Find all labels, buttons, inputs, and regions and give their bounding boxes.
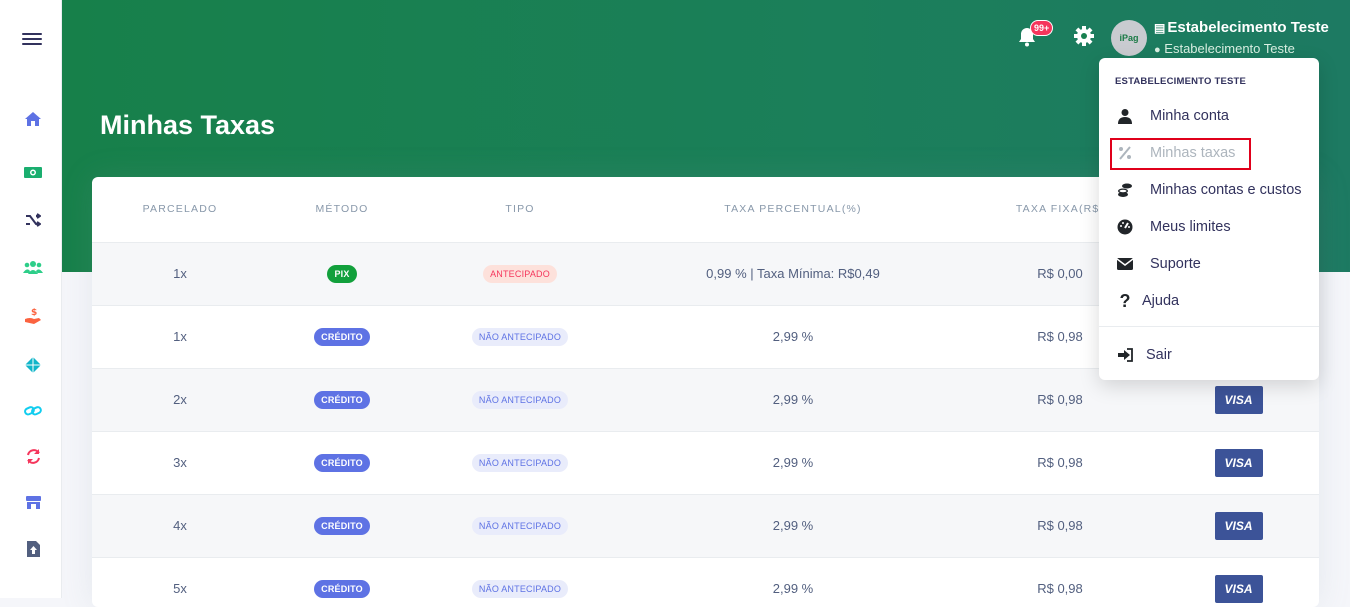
method-badge: CRÉDITO [314, 516, 370, 535]
type-badge: NÃO ANTECIPADO [471, 453, 569, 472]
cell-percentual: 0,99 % | Taxa Mínima: R$0,49 [624, 242, 962, 306]
cell-percentual: 2,99 % [624, 431, 962, 495]
cell-percentual: 2,99 % [624, 368, 962, 432]
cell-parcelado: 1x [92, 305, 268, 369]
users-icon[interactable] [22, 256, 44, 278]
visa-logo: VISA [1214, 511, 1263, 540]
gear-icon[interactable] [1073, 25, 1095, 47]
sidebar: $ [0, 0, 62, 598]
coins-icon [1116, 181, 1134, 199]
type-badge: NÃO ANTECIPADO [471, 390, 569, 409]
cell-percentual: 2,99 % [624, 305, 962, 369]
type-badge: NÃO ANTECIPADO [471, 579, 569, 598]
hand-dollar-icon[interactable]: $ [22, 305, 44, 327]
cell-tipo: NÃO ANTECIPADO [416, 557, 624, 607]
avatar-text: iPag [1119, 33, 1139, 43]
establishment-name[interactable]: ▤ Estabelecimento Teste [1154, 19, 1329, 36]
menu-item-label: Suporte [1150, 256, 1201, 272]
type-badge: NÃO ANTECIPADO [471, 516, 569, 535]
sign-out-icon [1116, 346, 1134, 364]
question-icon: ? [1119, 290, 1131, 311]
menu-item-minhas-contas-e-custos[interactable]: Minhas contas e custos [1099, 175, 1319, 205]
dropdown-divider [1099, 326, 1319, 327]
cell-tipo: NÃO ANTECIPADO [416, 368, 624, 432]
user-dropdown-menu: ESTABELECIMENTO TESTE Minha conta Minhas… [1099, 58, 1319, 380]
menu-item-label: Sair [1146, 347, 1172, 363]
cell-tipo: ANTECIPADO [416, 242, 624, 306]
cell-parcelado: 4x [92, 494, 268, 558]
cell-metodo: CRÉDITO [268, 368, 416, 432]
envelope-icon [1116, 255, 1134, 273]
menu-item-suporte[interactable]: Suporte [1099, 249, 1319, 279]
menu-item-meus-limites[interactable]: Meus limites [1099, 212, 1319, 242]
col-header-parcelado[interactable]: PARCELADO [92, 177, 268, 243]
type-badge: NÃO ANTECIPADO [471, 327, 569, 346]
visa-logo: VISA [1214, 385, 1263, 414]
method-badge: CRÉDITO [314, 453, 370, 472]
highlight-box [1110, 138, 1251, 170]
menu-item-ajuda[interactable]: ? Ajuda [1099, 286, 1319, 316]
cell-tipo: NÃO ANTECIPADO [416, 494, 624, 558]
cell-parcelado: 2x [92, 368, 268, 432]
cell-bandeira: VISA [1158, 431, 1319, 495]
cell-metodo: CRÉDITO [268, 557, 416, 607]
page-title: Minhas Taxas [100, 110, 276, 140]
cell-parcelado: 1x [92, 242, 268, 306]
link-icon[interactable] [22, 400, 44, 422]
table-row: 4x CRÉDITO NÃO ANTECIPADO 2,99 % R$ 0,98… [92, 494, 1319, 558]
cell-percentual: 2,99 % [624, 557, 962, 607]
cell-fixa: R$ 0,98 [962, 494, 1158, 558]
money-icon[interactable] [22, 161, 44, 183]
col-header-tipo[interactable]: TIPO [416, 177, 624, 243]
menu-item-label: Minha conta [1150, 108, 1229, 124]
store-icon[interactable] [22, 491, 44, 513]
cell-fixa: R$ 0,98 [962, 557, 1158, 607]
col-header-taxa-percentual[interactable]: TAXA PERCENTUAL(%) [624, 177, 962, 243]
cell-metodo: PIX [268, 242, 416, 306]
notification-badge: 99+ [1030, 20, 1054, 36]
menu-item-minha-conta[interactable]: Minha conta [1099, 101, 1319, 131]
gauge-icon [1116, 218, 1134, 236]
shuffle-icon[interactable] [22, 209, 44, 231]
cell-tipo: NÃO ANTECIPADO [416, 305, 624, 369]
menu-item-label: Minhas contas e custos [1150, 182, 1302, 198]
table-row: 5x CRÉDITO NÃO ANTECIPADO 2,99 % R$ 0,98… [92, 557, 1319, 607]
user-small-icon: ● [1154, 44, 1161, 56]
home-icon[interactable] [22, 108, 44, 130]
file-upload-icon[interactable] [22, 538, 44, 560]
menu-item-label: Meus limites [1150, 219, 1231, 235]
cell-parcelado: 3x [92, 431, 268, 495]
hamburger-menu-icon[interactable] [22, 30, 42, 48]
svg-text:$: $ [31, 308, 37, 318]
diamond-icon[interactable] [22, 354, 44, 376]
avatar[interactable]: iPag [1111, 20, 1147, 56]
table-row: 3x CRÉDITO NÃO ANTECIPADO 2,99 % R$ 0,98… [92, 431, 1319, 495]
user-icon [1116, 107, 1134, 125]
user-name: ● Estabelecimento Teste [1154, 41, 1295, 56]
menu-item-label: Ajuda [1142, 293, 1180, 309]
cell-bandeira: VISA [1158, 557, 1319, 607]
cell-fixa: R$ 0,98 [962, 431, 1158, 495]
method-badge: CRÉDITO [314, 327, 370, 346]
building-icon: ▤ [1154, 21, 1166, 35]
col-header-metodo[interactable]: MÉTODO [268, 177, 416, 243]
method-badge: CRÉDITO [314, 390, 370, 409]
cell-metodo: CRÉDITO [268, 431, 416, 495]
dropdown-header: ESTABELECIMENTO TESTE [1115, 76, 1247, 87]
method-badge: PIX [327, 264, 357, 283]
cell-metodo: CRÉDITO [268, 305, 416, 369]
visa-logo: VISA [1214, 448, 1263, 477]
visa-logo: VISA [1214, 574, 1263, 603]
cell-tipo: NÃO ANTECIPADO [416, 431, 624, 495]
cell-metodo: CRÉDITO [268, 494, 416, 558]
menu-item-sair[interactable]: Sair [1099, 340, 1319, 370]
cell-bandeira: VISA [1158, 494, 1319, 558]
type-badge: ANTECIPADO [483, 264, 557, 283]
sync-icon[interactable] [22, 445, 44, 467]
cell-parcelado: 5x [92, 557, 268, 607]
method-badge: CRÉDITO [314, 579, 370, 598]
cell-percentual: 2,99 % [624, 494, 962, 558]
